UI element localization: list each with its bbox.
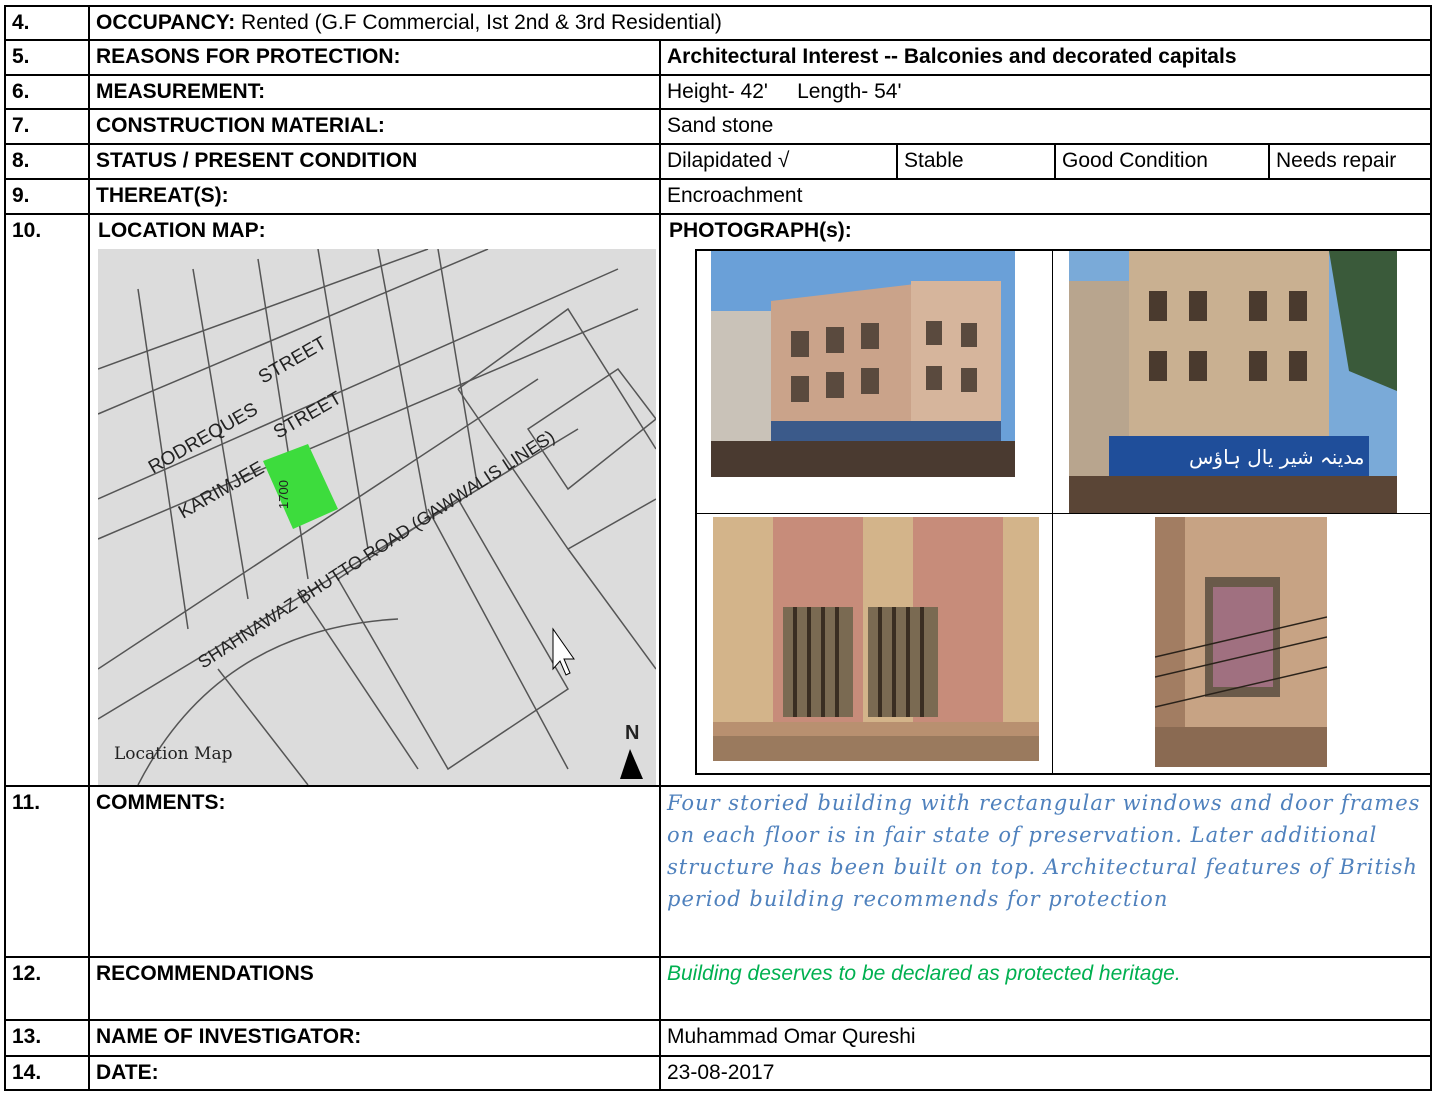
signboard-text: مدینہ شیر یال ہاؤس: [1189, 445, 1365, 469]
status-good-condition: Good Condition: [1054, 143, 1270, 180]
row-number: 4.: [4, 5, 90, 41]
photo-window-detail-2: [1155, 517, 1327, 767]
row-investigator: 13. NAME OF INVESTIGATOR: Muhammad Omar …: [4, 1019, 1433, 1057]
row-threats: 9. THEREAT(S): Encroachment: [4, 178, 1433, 215]
threats-label: THEREAT(S):: [88, 178, 661, 215]
location-map-label: LOCATION MAP:: [98, 219, 266, 242]
row-number: 6.: [4, 74, 90, 110]
map-plot-number: 1700: [276, 480, 291, 509]
row-measurement: 6. MEASUREMENT: Height- 42' Length- 54': [4, 74, 1433, 110]
investigator-value: Muhammad Omar Qureshi: [658, 1019, 1433, 1057]
reasons-label: REASONS FOR PROTECTION:: [88, 39, 661, 76]
row-date: 14. DATE: 23-08-2017: [4, 1055, 1433, 1091]
comments-value: Four storied building with rectangular w…: [658, 785, 1433, 958]
recommendations-value: Building deserves to be declared as prot…: [658, 956, 1433, 1021]
photographs-cell: PHOTOGRAPH(s): مدینہ شیر یال ہاؤس: [658, 213, 1433, 787]
location-map-cell: LOCATION MAP: RODREQUES STREET KARIMJEE …: [88, 213, 661, 787]
occupancy-label: OCCUPANCY:: [96, 11, 236, 34]
map-caption: Location Map: [114, 744, 233, 764]
occupancy-value: Rented (G.F Commercial, Ist 2nd & 3rd Re…: [235, 11, 722, 34]
row-number: 9.: [4, 178, 90, 215]
row-status: 8. STATUS / PRESENT CONDITION Dilapidate…: [4, 143, 1433, 180]
photo-grid: مدینہ شیر یال ہاؤس: [695, 249, 1430, 775]
photo-building-corner-2: مدینہ شیر یال ہاؤس: [1069, 251, 1397, 513]
reasons-value: Architectural Interest -- Balconies and …: [658, 39, 1433, 76]
measurement-value: Height- 42' Length- 54': [658, 74, 1433, 110]
row-reasons: 5. REASONS FOR PROTECTION: Architectural…: [4, 39, 1433, 76]
row-number: 11.: [4, 785, 90, 958]
material-value: Sand stone: [658, 108, 1433, 145]
row-comments: 11. COMMENTS: Four storied building with…: [4, 785, 1433, 958]
photo-window-detail-1: [713, 517, 1039, 761]
measurement-label: MEASUREMENT:: [88, 74, 661, 110]
row-number: 12.: [4, 956, 90, 1021]
photo-building-corner-1: [711, 251, 1015, 477]
status-dilapidated: Dilapidated √: [659, 143, 898, 180]
status-stable: Stable: [896, 143, 1056, 180]
north-label: N: [625, 722, 639, 744]
comments-label: COMMENTS:: [88, 785, 661, 958]
row-number: 7.: [4, 108, 90, 145]
material-label: CONSTRUCTION MATERIAL:: [88, 108, 661, 145]
row-number: 13.: [4, 1019, 90, 1057]
status-label: STATUS / PRESENT CONDITION: [88, 143, 661, 180]
row-number: 8.: [4, 143, 90, 180]
threats-value: Encroachment: [658, 178, 1433, 215]
investigator-label: NAME OF INVESTIGATOR:: [88, 1019, 661, 1057]
date-label: DATE:: [88, 1055, 661, 1091]
occupancy-cell: OCCUPANCY: Rented (G.F Commercial, Ist 2…: [87, 5, 1433, 41]
row-recommendations: 12. RECOMMENDATIONS Building deserves to…: [4, 956, 1433, 1021]
location-map: RODREQUES STREET KARIMJEE STREET SHAHNAW…: [98, 249, 656, 784]
row-number: 10.: [4, 213, 90, 787]
row-material: 7. CONSTRUCTION MATERIAL: Sand stone: [4, 108, 1433, 145]
row-number: 5.: [4, 39, 90, 76]
survey-table: 4. OCCUPANCY: Rented (G.F Commercial, Is…: [4, 5, 1433, 1091]
photographs-label: PHOTOGRAPH(s):: [669, 219, 852, 242]
recommendations-label: RECOMMENDATIONS: [88, 956, 661, 1021]
date-value: 23-08-2017: [658, 1055, 1433, 1091]
status-needs-repair: Needs repair: [1267, 143, 1433, 180]
row-map-photos: 10. LOCATION MAP: RODREQUES STREET KARIM…: [4, 213, 1433, 787]
row-number: 14.: [4, 1055, 90, 1091]
map-drawing: RODREQUES STREET KARIMJEE STREET SHAHNAW…: [98, 249, 656, 784]
heritage-survey-form: 4. OCCUPANCY: Rented (G.F Commercial, Is…: [0, 0, 1433, 1108]
row-occupancy: 4. OCCUPANCY: Rented (G.F Commercial, Is…: [4, 5, 1433, 41]
